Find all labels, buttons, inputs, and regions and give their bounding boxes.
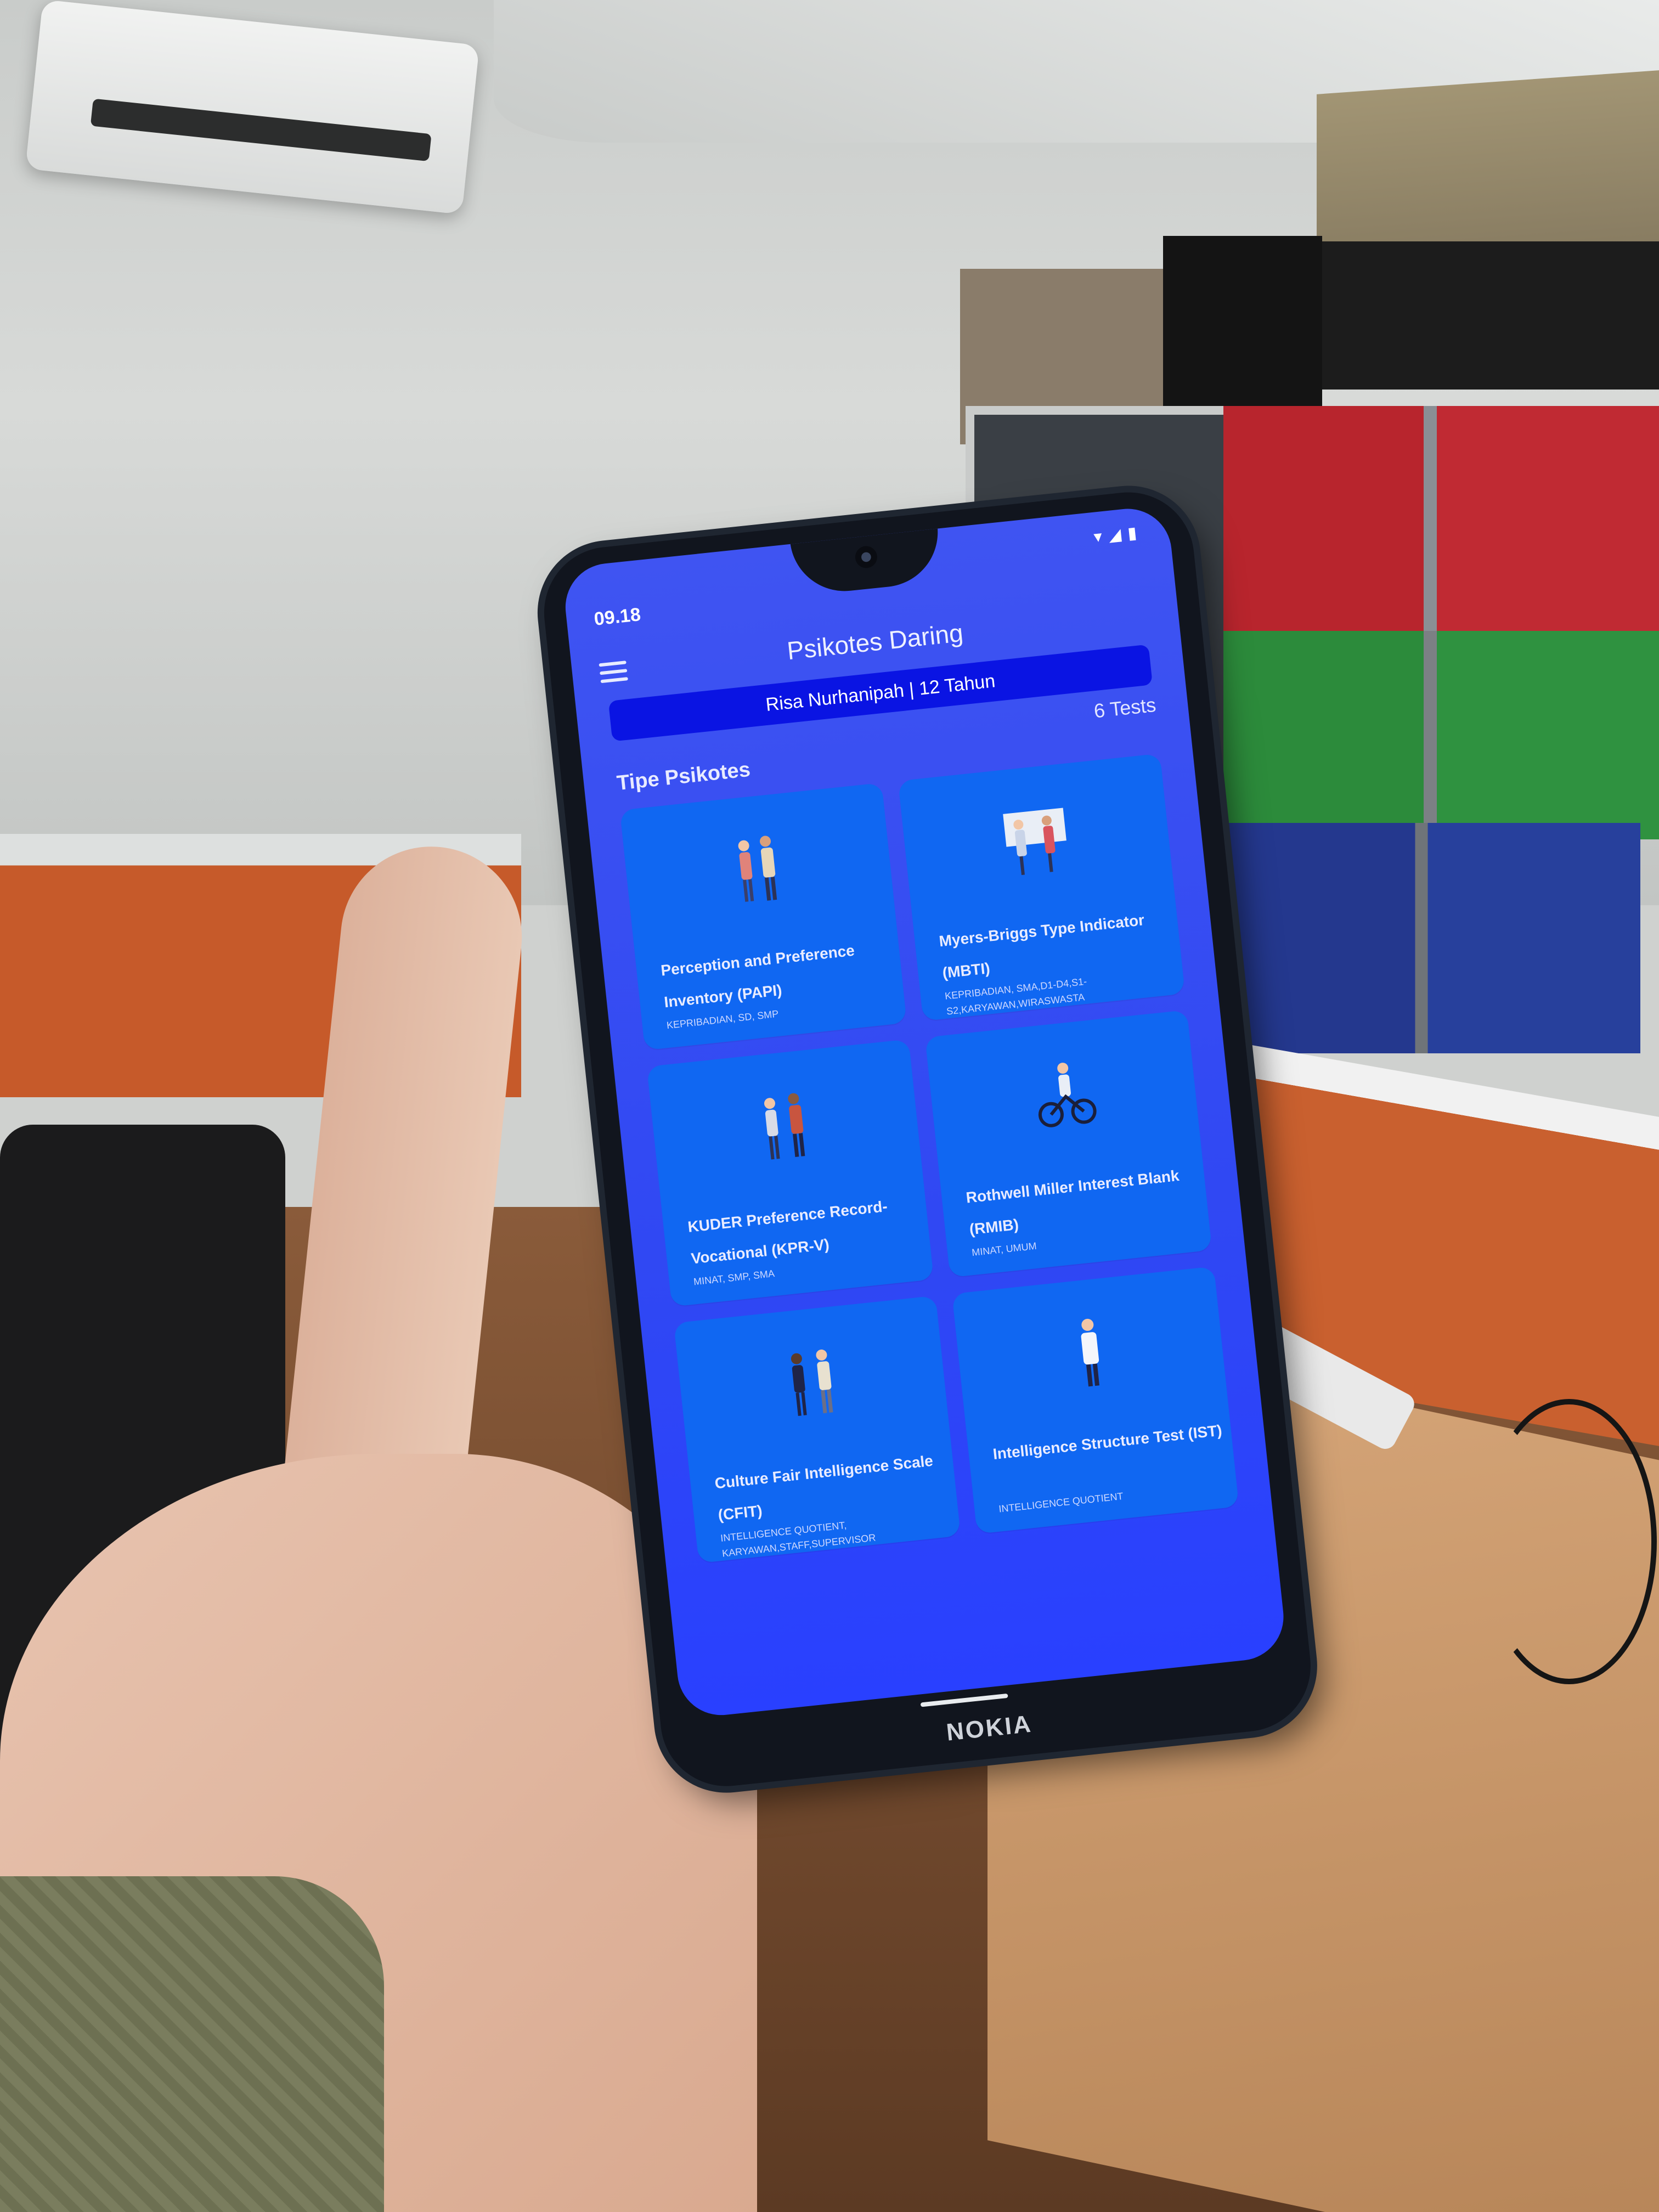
battery-icon: ▮: [1126, 523, 1138, 543]
smartphone: 09.18 ▾ ◢ ▮ Psikotes Daring Risa Nurhani…: [538, 486, 1317, 1793]
test-title: Intelligence Structure Test (IST): [992, 1421, 1223, 1463]
test-card-ist[interactable]: Intelligence Structure Test (IST) INTELL…: [952, 1266, 1239, 1534]
people-illustration-icon: [764, 1093, 805, 1160]
wifi-icon: ▾: [1092, 527, 1103, 546]
cyclist-illustration-icon: [1038, 1063, 1097, 1127]
phone-screen: 09.18 ▾ ◢ ▮ Psikotes Daring Risa Nurhani…: [561, 504, 1288, 1720]
scientist-illustration-icon: [1081, 1318, 1099, 1387]
people-illustration-icon: [738, 836, 777, 902]
people-illustration-icon: [791, 1349, 833, 1416]
cable: [1481, 1399, 1657, 1684]
test-grid: Perception and Preference Inventory (PAP…: [619, 753, 1239, 1564]
printer: [1317, 241, 1659, 390]
test-card-cfit[interactable]: Culture Fair Intelligence Scale (CFIT) I…: [673, 1295, 961, 1564]
jacket-sleeve: [0, 1876, 384, 2212]
status-time: 09.18: [593, 604, 642, 630]
test-card-mbti[interactable]: Myers-Briggs Type Indicator (MBTI) KEPRI…: [898, 753, 1186, 1022]
blue-lockers: [1223, 823, 1640, 1053]
green-lockers: [1223, 631, 1659, 839]
gesture-home-bar[interactable]: [920, 1693, 1008, 1707]
test-meta: INTELLIGENCE QUOTIENT: [998, 1490, 1124, 1515]
red-lockers: [1223, 406, 1659, 636]
test-card-papi[interactable]: Perception and Preference Inventory (PAP…: [619, 782, 907, 1051]
presentation-illustration-icon: [1003, 808, 1066, 876]
equipment-stack: [1163, 236, 1322, 417]
test-card-rmib[interactable]: Rothwell Miller Interest Blank (RMIB) MI…: [924, 1009, 1212, 1278]
tests-count: 6 Tests: [1092, 693, 1157, 723]
section-title: Tipe Psikotes: [616, 758, 752, 795]
status-icons: ▾ ◢ ▮: [1093, 523, 1138, 547]
test-card-kpr-v[interactable]: KUDER Preference Record-Vocational (KPR-…: [646, 1039, 934, 1307]
signal-icon: ◢: [1107, 525, 1122, 545]
